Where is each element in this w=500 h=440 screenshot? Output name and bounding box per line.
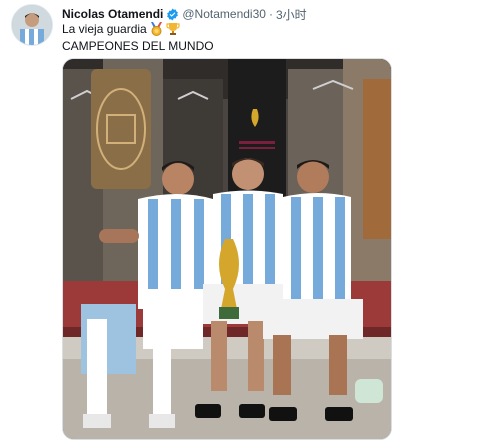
tweet-text-part: CAMPEONES DEL MUNDO — [62, 39, 214, 53]
tweet-photo[interactable] — [62, 58, 392, 440]
author-avatar[interactable] — [11, 4, 53, 46]
separator-dot: · — [268, 7, 273, 21]
author-name[interactable]: Nicolas Otamendi — [62, 7, 163, 21]
tweet-card[interactable]: Nicolas Otamendi @Notamendi30 · 3小时 La v… — [0, 0, 500, 440]
tweet-text-line2: CAMPEONES DEL MUNDO — [62, 39, 214, 53]
tweet-timestamp[interactable]: 3小时 — [276, 6, 307, 23]
author-handle[interactable]: @Notamendi30 — [182, 7, 266, 21]
tweet-text-line1: La vieja guardia — [62, 22, 180, 36]
tweet-header: Nicolas Otamendi @Notamendi30 · 3小时 — [62, 6, 307, 22]
verified-badge-icon — [166, 8, 179, 21]
trophy-icon — [166, 22, 180, 36]
tweet-text-part: La vieja guardia — [62, 22, 147, 36]
medal-icon — [150, 22, 163, 36]
